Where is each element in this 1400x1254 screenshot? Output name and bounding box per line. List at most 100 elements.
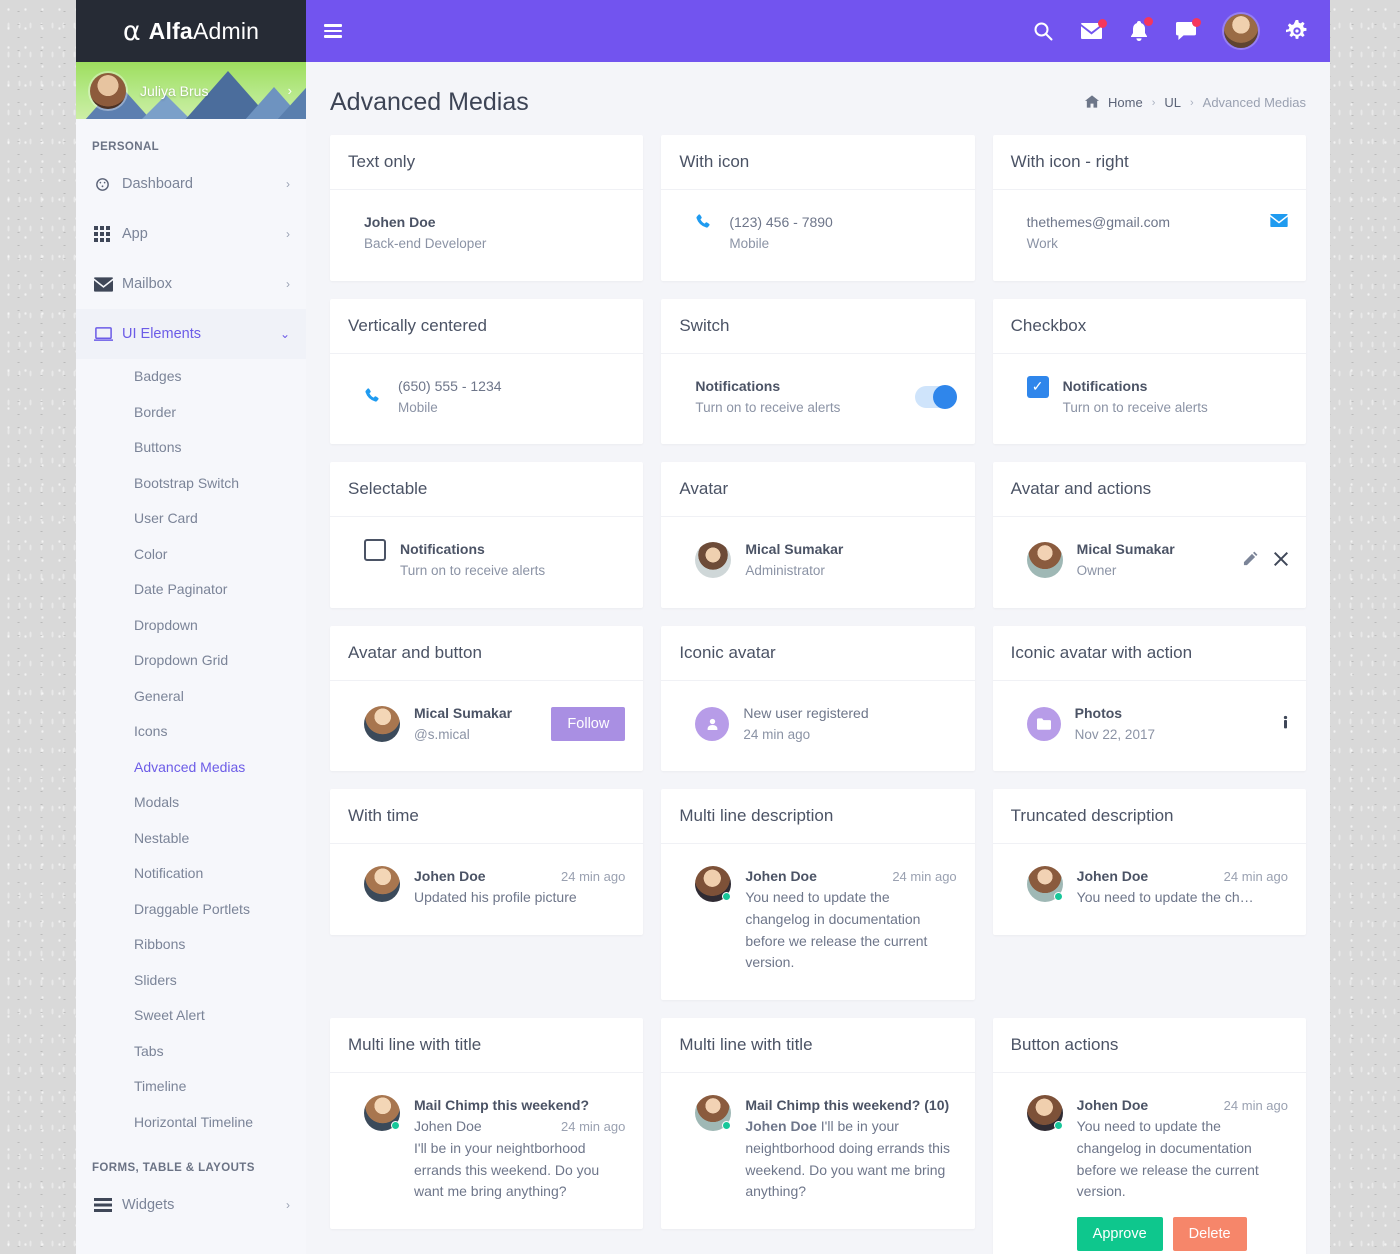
card-button-actions: Button actions Johen Doe 24 min ago You … <box>992 1018 1306 1254</box>
card-body: Johen Doe 24 min ago You need to update … <box>993 1073 1306 1254</box>
sidebar: α AlfaAdmin Juliya Brus › PERSONAL Dashb… <box>76 0 306 1254</box>
media-item: (650) 555 - 1234 Mobile <box>364 376 625 419</box>
sidebar-subitem-modals[interactable]: Modals <box>76 785 306 821</box>
sidebar-subitem-tabs[interactable]: Tabs <box>76 1034 306 1070</box>
delete-button[interactable]: Delete <box>1172 1216 1247 1251</box>
bell-icon[interactable] <box>1130 17 1153 41</box>
card-body: (123) 456 - 7890 Mobile <box>661 190 974 281</box>
card-with-icon: With icon (123) 456 - 7890 Mobile <box>661 135 975 281</box>
notification-badge <box>1144 17 1153 26</box>
card-body: Johen Doe 24 min ago You need to update … <box>661 844 974 1000</box>
media-author: Johen Doe <box>414 1118 482 1135</box>
sidebar-item-label: Mailbox <box>122 276 172 292</box>
media-item: Johen Doe 24 min ago You need to update … <box>1026 1095 1288 1251</box>
media-title: (123) 456 - 7890 <box>729 214 833 230</box>
breadcrumb-ul[interactable]: UL <box>1164 95 1181 110</box>
sidebar-item-ui-elements[interactable]: UI Elements ⌄ <box>76 309 306 359</box>
envelope-icon[interactable] <box>1270 212 1288 232</box>
card-title: Button actions <box>992 1018 1306 1074</box>
notifications-toggle[interactable] <box>914 384 957 409</box>
media-item: Notifications Turn on to receive alerts <box>695 376 957 419</box>
card-title: Iconic avatar with action <box>992 626 1306 681</box>
sidebar-subitem-nestable[interactable]: Nestable <box>76 821 306 857</box>
sidebar-subitem-ribbons[interactable]: Ribbons <box>76 927 306 963</box>
sidebar-subitem-horizontal-timeline[interactable]: Horizontal Timeline <box>76 1105 306 1141</box>
sidebar-subitem-advanced-medias[interactable]: Advanced Medias <box>76 750 306 786</box>
card-body: Johen Doe 24 min ago You need to update … <box>993 844 1306 935</box>
sidebar-item-app[interactable]: App › <box>76 209 306 259</box>
notifications-checkbox[interactable] <box>364 539 386 562</box>
sidebar-subitem-draggable-portlets[interactable]: Draggable Portlets <box>76 892 306 928</box>
sidebar-subitem-badges[interactable]: Badges <box>76 359 306 395</box>
media-item: Johen Doe 24 min ago You need to update … <box>695 866 957 974</box>
sidebar-subitem-sweet-alert[interactable]: Sweet Alert <box>76 998 306 1034</box>
media-subtitle: Owner <box>1076 563 1117 579</box>
sidebar-subitem-notification[interactable]: Notification <box>76 856 306 892</box>
media-title: thethemes@gmail.com <box>1026 214 1171 230</box>
follow-button[interactable]: Follow <box>551 707 626 742</box>
info-icon[interactable] <box>1283 715 1288 735</box>
user-icon <box>695 707 730 742</box>
sidebar-subitem-dropdown-grid[interactable]: Dropdown Grid <box>76 643 306 679</box>
card-multi-line-description: Multi line description Johen Doe 24 min … <box>661 789 975 1001</box>
app-window: α AlfaAdmin Juliya Brus › PERSONAL Dashb… <box>76 0 1330 1254</box>
sidebar-subitem-border[interactable]: Border <box>76 395 306 431</box>
gear-icon[interactable] <box>1286 20 1308 42</box>
breadcrumb-home[interactable]: Home <box>1108 95 1143 110</box>
pencil-icon[interactable] <box>1243 551 1258 571</box>
card-with-time: With time Johen Doe 24 min ago Updated h… <box>330 789 644 936</box>
approve-button[interactable]: Approve <box>1076 1216 1163 1251</box>
sidebar-subitem-date-paginator[interactable]: Date Paginator <box>76 572 306 608</box>
card-body: Mail Chimp this weekend? Johen Doe 24 mi… <box>330 1073 643 1229</box>
sidebar-item-dashboard[interactable]: Dashboard › <box>76 159 306 209</box>
page-header: Advanced Medias Home › UL › Advanced Med… <box>306 62 1330 135</box>
sidebar-subitem-bootstrap-switch[interactable]: Bootstrap Switch <box>76 466 306 502</box>
avatar <box>695 542 732 579</box>
sidebar-subitem-timeline[interactable]: Timeline <box>76 1069 306 1105</box>
mail-icon[interactable] <box>1081 19 1107 39</box>
avatar <box>90 72 126 109</box>
chevron-right-icon: › <box>1151 96 1156 109</box>
sidebar-subitem-general[interactable]: General <box>76 679 306 715</box>
search-icon[interactable] <box>1033 21 1053 41</box>
sidebar-subitem-icons[interactable]: Icons <box>76 714 306 750</box>
sidebar-section-forms: FORMS, TABLE & LAYOUTS <box>92 1162 255 1174</box>
media-item: Johen Doe Back-end Developer <box>364 212 625 255</box>
media-subtitle: @s.mical <box>414 726 470 742</box>
card-body: Johen Doe Back-end Developer <box>330 190 643 281</box>
card-body: ✓ Notifications Turn on to receive alert… <box>993 354 1306 445</box>
avatar[interactable] <box>1224 14 1258 48</box>
media-title: Photos <box>1074 704 1123 721</box>
media-author: Johen Doe <box>745 1118 817 1135</box>
sidebar-subitem-buttons[interactable]: Buttons <box>76 430 306 466</box>
grid-icon <box>94 226 122 242</box>
notifications-checkbox[interactable]: ✓ <box>1026 375 1049 398</box>
sidebar-subitem-dropdown[interactable]: Dropdown <box>76 608 306 644</box>
home-icon[interactable] <box>1085 94 1099 111</box>
sidebar-subitem-color[interactable]: Color <box>76 537 306 573</box>
sidebar-subitem-user-card[interactable]: User Card <box>76 501 306 537</box>
card-avatar-and-button: Avatar and button Mical Sumakar @s.mical… <box>330 625 644 772</box>
sidebar-subitem-sliders[interactable]: Sliders <box>76 963 306 999</box>
sidebar-item-widgets[interactable]: Widgets › <box>76 1180 306 1230</box>
card-body: Mical Sumakar Administrator <box>661 517 974 608</box>
brand-logo-area[interactable]: α AlfaAdmin <box>76 0 306 62</box>
chat-icon[interactable] <box>1176 18 1201 40</box>
close-icon[interactable] <box>1274 551 1288 571</box>
card-body: Mical Sumakar @s.mical Follow <box>330 681 643 772</box>
folder-icon <box>1026 707 1061 742</box>
card-title: Multi line with title <box>661 1018 975 1074</box>
toggle-knob <box>932 384 957 409</box>
sidebar-item-mailbox[interactable]: Mailbox › <box>76 259 306 309</box>
phone-icon <box>364 386 398 408</box>
media-description: You need to update the changelog in docu… <box>1076 1118 1259 1200</box>
media-subtitle: Administrator <box>745 563 825 579</box>
sidebar-profile[interactable]: Juliya Brus › <box>76 62 306 119</box>
hamburger-icon[interactable] <box>324 21 342 41</box>
media-item: Mical Sumakar Owner <box>1026 539 1288 582</box>
media-title: New user registered <box>743 704 869 721</box>
action-icon-group <box>1243 549 1288 571</box>
media-subtitle: Turn on to receive alerts <box>695 399 841 415</box>
online-status-dot <box>391 1121 400 1131</box>
online-status-dot <box>1053 1121 1063 1131</box>
